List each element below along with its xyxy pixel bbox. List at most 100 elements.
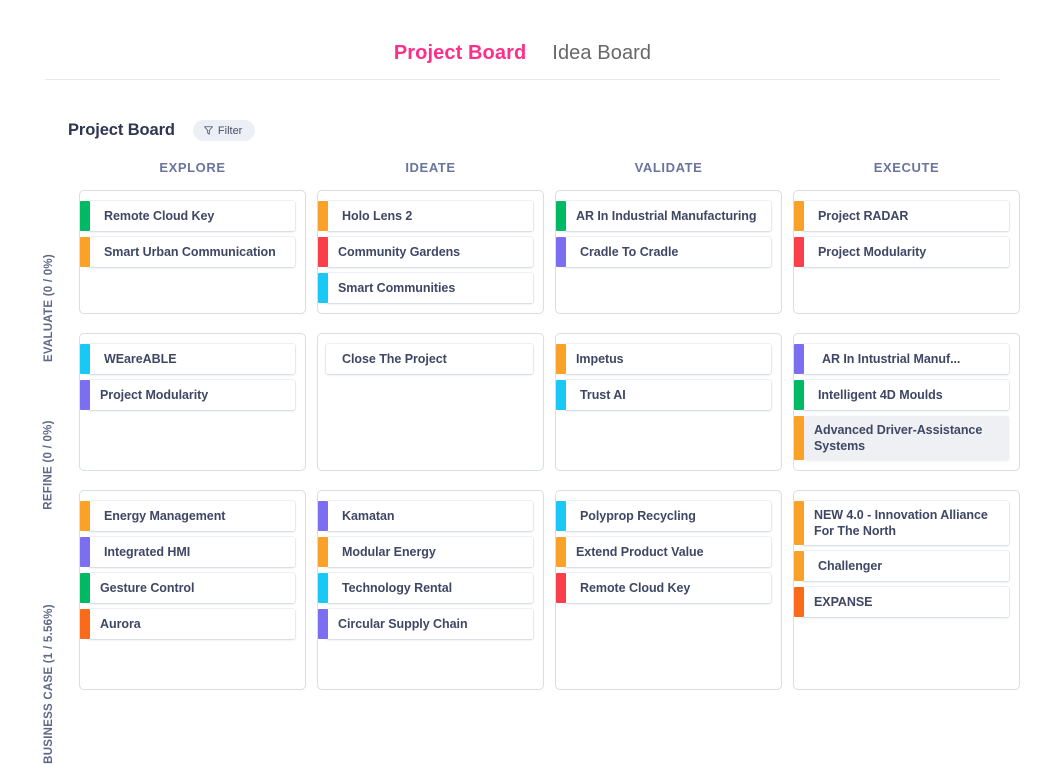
card-body[interactable]: AR In Industrial Manufacturing bbox=[564, 201, 771, 231]
card-body[interactable]: Gesture Control bbox=[88, 573, 295, 603]
card-title: Project Modularity bbox=[818, 244, 926, 260]
board-cell[interactable]: WEareABLE Project Modularity bbox=[79, 333, 306, 471]
card-body[interactable]: NEW 4.0 - Innovation Alliance For The No… bbox=[802, 501, 1009, 545]
project-card[interactable]: Challenger bbox=[794, 551, 1009, 581]
card-body[interactable]: EXPANSE bbox=[802, 587, 1009, 617]
card-title: Remote Cloud Key bbox=[104, 208, 214, 224]
board-cell[interactable]: AR In Industrial Manufacturing Cradle To … bbox=[555, 190, 782, 314]
project-card[interactable]: Cradle To Cradle bbox=[556, 237, 771, 267]
project-card[interactable]: Impetus bbox=[556, 344, 771, 374]
project-card[interactable]: Remote Cloud Key bbox=[80, 201, 295, 231]
board-cell[interactable]: Impetus Trust AI bbox=[555, 333, 782, 471]
card-body[interactable]: Extend Product Value bbox=[564, 537, 771, 567]
card-body[interactable]: Cradle To Cradle bbox=[564, 237, 771, 267]
card-body[interactable]: Project Modularity bbox=[802, 237, 1009, 267]
column-header-execute: EXECUTE bbox=[793, 160, 1020, 184]
card-body[interactable]: Polyprop Recycling bbox=[564, 501, 771, 531]
card-body[interactable]: Aurora bbox=[88, 609, 295, 639]
card-color-bar bbox=[318, 537, 328, 567]
card-body[interactable]: Intelligent 4D Moulds bbox=[802, 380, 1009, 410]
card-body[interactable]: Smart Communities bbox=[326, 273, 533, 303]
project-card[interactable]: Technology Rental bbox=[318, 573, 533, 603]
project-card[interactable]: Gesture Control bbox=[80, 573, 295, 603]
project-card[interactable]: AR In Industrial Manufacturing bbox=[556, 201, 771, 231]
card-body[interactable]: AR In Intustrial Manuf... bbox=[802, 344, 1009, 374]
card-color-bar bbox=[318, 609, 328, 639]
card-title: WEareABLE bbox=[104, 351, 176, 367]
project-card[interactable]: EXPANSE bbox=[794, 587, 1009, 617]
card-body[interactable]: Close The Project bbox=[326, 344, 533, 374]
project-card[interactable]: NEW 4.0 - Innovation Alliance For The No… bbox=[794, 501, 1009, 545]
project-card[interactable]: Holo Lens 2 bbox=[318, 201, 533, 231]
tab-project-board[interactable]: Project Board bbox=[394, 42, 526, 65]
board-cell[interactable]: Close The Project bbox=[317, 333, 544, 471]
card-body[interactable]: Holo Lens 2 bbox=[326, 201, 533, 231]
board-cell[interactable]: Project RADAR Project Modularity bbox=[793, 190, 1020, 314]
card-title: Energy Management bbox=[104, 508, 225, 524]
project-card[interactable]: Polyprop Recycling bbox=[556, 501, 771, 531]
card-title: EXPANSE bbox=[814, 594, 872, 610]
card-color-bar bbox=[794, 587, 804, 617]
card-body[interactable]: Trust AI bbox=[564, 380, 771, 410]
card-body[interactable]: Community Gardens bbox=[326, 237, 533, 267]
card-title: Circular Supply Chain bbox=[338, 616, 468, 632]
project-card[interactable]: Smart Urban Communication bbox=[80, 237, 295, 267]
card-body[interactable]: Project Modularity bbox=[88, 380, 295, 410]
card-body[interactable]: Smart Urban Communication bbox=[88, 237, 295, 267]
project-card[interactable]: Trust AI bbox=[556, 380, 771, 410]
project-card[interactable]: Extend Product Value bbox=[556, 537, 771, 567]
card-body[interactable]: Integrated HMI bbox=[88, 537, 295, 567]
project-card[interactable]: Intelligent 4D Moulds bbox=[794, 380, 1009, 410]
board-cell[interactable]: Remote Cloud Key Smart Urban Communicatio… bbox=[79, 190, 306, 314]
project-card[interactable]: Remote Cloud Key bbox=[556, 573, 771, 603]
board-cell[interactable]: Kamatan Modular Energy Technology Rental Ci… bbox=[317, 490, 544, 690]
card-body[interactable]: Remote Cloud Key bbox=[564, 573, 771, 603]
board-cell[interactable]: Holo Lens 2 Community Gardens Smart Commun… bbox=[317, 190, 544, 314]
board-cell[interactable]: NEW 4.0 - Innovation Alliance For The No… bbox=[793, 490, 1020, 690]
card-body[interactable]: Kamatan bbox=[326, 501, 533, 531]
card-body[interactable]: Challenger bbox=[802, 551, 1009, 581]
board-header: Project Board Filter bbox=[68, 120, 255, 141]
card-body[interactable]: Advanced Driver-Assistance Systems bbox=[802, 416, 1009, 460]
project-card[interactable]: AR In Intustrial Manuf... bbox=[794, 344, 1009, 374]
tab-idea-board[interactable]: Idea Board bbox=[552, 42, 651, 65]
card-title: Project RADAR bbox=[818, 208, 908, 224]
project-card[interactable]: Close The Project bbox=[318, 344, 533, 374]
board-row: BUSINESS CASE (1 / 5.56%)Energy Manageme… bbox=[30, 490, 1020, 690]
project-card[interactable]: Advanced Driver-Assistance Systems bbox=[794, 416, 1009, 460]
project-card[interactable]: Integrated HMI bbox=[80, 537, 295, 567]
card-title: Smart Urban Communication bbox=[104, 244, 276, 260]
board-cell[interactable]: AR In Intustrial Manuf... Intelligent 4D … bbox=[793, 333, 1020, 471]
project-card[interactable]: Project Modularity bbox=[80, 380, 295, 410]
card-color-bar bbox=[794, 237, 804, 267]
card-body[interactable]: Impetus bbox=[564, 344, 771, 374]
board-cell[interactable]: Polyprop Recycling Extend Product Value Re… bbox=[555, 490, 782, 690]
project-card[interactable]: WEareABLE bbox=[80, 344, 295, 374]
row-label-wrap: REFINE (0 / 0%) bbox=[30, 333, 68, 471]
card-title: Impetus bbox=[576, 351, 624, 367]
card-body[interactable]: Energy Management bbox=[88, 501, 295, 531]
board-cell[interactable]: Energy Management Integrated HMI Gesture C… bbox=[79, 490, 306, 690]
board-rows: EVALUATE (0 / 0%) Remote Cloud Key Smart U… bbox=[30, 190, 1020, 690]
corner-spacer bbox=[30, 160, 68, 184]
card-body[interactable]: Project RADAR bbox=[802, 201, 1009, 231]
project-card[interactable]: Project RADAR bbox=[794, 201, 1009, 231]
project-card[interactable]: Aurora bbox=[80, 609, 295, 639]
card-title: Extend Product Value bbox=[576, 544, 704, 560]
card-title: Close The Project bbox=[342, 351, 447, 367]
card-body[interactable]: Technology Rental bbox=[326, 573, 533, 603]
card-body[interactable]: WEareABLE bbox=[88, 344, 295, 374]
project-card[interactable]: Smart Communities bbox=[318, 273, 533, 303]
project-card[interactable]: Modular Energy bbox=[318, 537, 533, 567]
card-body[interactable]: Circular Supply Chain bbox=[326, 609, 533, 639]
card-body[interactable]: Modular Energy bbox=[326, 537, 533, 567]
filter-button[interactable]: Filter bbox=[193, 120, 255, 141]
project-card[interactable]: Energy Management bbox=[80, 501, 295, 531]
project-card[interactable]: Community Gardens bbox=[318, 237, 533, 267]
project-card[interactable]: Kamatan bbox=[318, 501, 533, 531]
project-card[interactable]: Project Modularity bbox=[794, 237, 1009, 267]
card-color-bar bbox=[794, 344, 804, 374]
card-body[interactable]: Remote Cloud Key bbox=[88, 201, 295, 231]
project-card[interactable]: Circular Supply Chain bbox=[318, 609, 533, 639]
row-label-wrap: EVALUATE (0 / 0%) bbox=[30, 190, 68, 314]
